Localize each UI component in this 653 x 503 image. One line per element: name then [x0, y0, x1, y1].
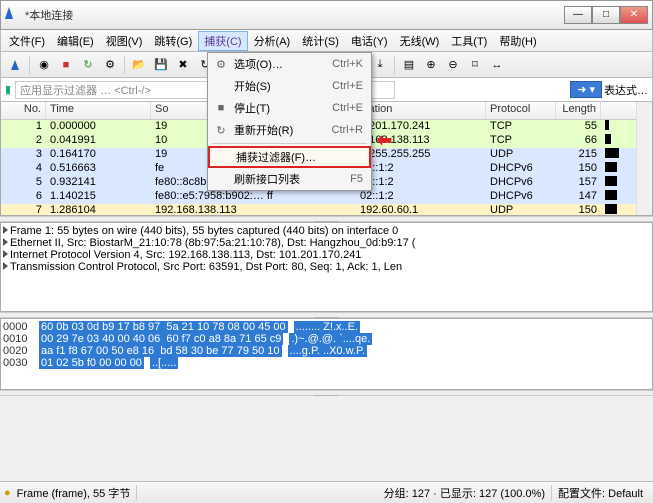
- menu-item-accel: Ctrl+E: [332, 80, 367, 92]
- menu-帮助(H)[interactable]: 帮助(H): [493, 31, 542, 51]
- wireshark-logo-icon: [5, 55, 25, 75]
- maximize-button[interactable]: □: [592, 6, 620, 24]
- menu-分析(A)[interactable]: 分析(A): [248, 31, 297, 51]
- status-packets: 分组: 127 · 已显示: 127 (100.0%): [378, 485, 552, 501]
- close-file-icon[interactable]: ✖: [173, 55, 193, 75]
- table-row[interactable]: 71.286104192.168.138.113192.60.60.1UDP15…: [1, 204, 652, 216]
- detail-line[interactable]: Frame 1: 55 bytes on wire (440 bits), 55…: [3, 225, 650, 237]
- menu-item-label: 重新开始(R): [230, 122, 332, 138]
- packet-details[interactable]: Frame 1: 55 bytes on wire (440 bits), 55…: [0, 222, 653, 312]
- hex-row[interactable]: 000060 0b 03 0d b9 17 b8 97 5a 21 10 78 …: [3, 321, 650, 333]
- menu-item[interactable]: 开始(S)Ctrl+E: [208, 75, 371, 97]
- detail-line[interactable]: Transmission Control Protocol, Src Port:…: [3, 261, 650, 273]
- statusbar-icon: ●: [4, 487, 11, 499]
- window-title: *本地连接: [25, 7, 564, 23]
- packet-bytes[interactable]: 000060 0b 03 0d b9 17 b8 97 5a 21 10 78 …: [0, 318, 653, 390]
- menu-item-label: 开始(S): [230, 78, 332, 94]
- zoom-in-icon[interactable]: ⊕: [421, 55, 441, 75]
- menu-统计(S)[interactable]: 统计(S): [296, 31, 345, 51]
- status-frame: Frame (frame), 55 字节: [11, 485, 138, 501]
- menu-item-icon: ⚙: [212, 58, 230, 71]
- status-profile[interactable]: 配置文件: Default: [552, 485, 649, 501]
- detail-line[interactable]: Ethernet II, Src: BiostarM_21:10:78 (8b:…: [3, 237, 650, 249]
- column-header[interactable]: ination: [356, 102, 486, 119]
- menu-item-accel: Ctrl+R: [332, 124, 367, 136]
- table-row[interactable]: 61.140215fe80::e5:7958:b902:… ff02::1:2D…: [1, 190, 652, 204]
- expand-icon[interactable]: [3, 262, 8, 270]
- menu-item-icon: ■: [212, 102, 230, 114]
- open-file-icon[interactable]: 📂: [129, 55, 149, 75]
- menu-item[interactable]: 刷新接口列表F5: [208, 168, 371, 190]
- menu-文件(F)[interactable]: 文件(F): [3, 31, 51, 51]
- zoom-out-icon[interactable]: ⊖: [443, 55, 463, 75]
- restart-capture-icon[interactable]: ↻: [78, 55, 98, 75]
- menu-编辑(E)[interactable]: 编辑(E): [51, 31, 100, 51]
- expression-label[interactable]: 表达式…: [604, 82, 648, 98]
- close-button[interactable]: ✕: [620, 6, 648, 24]
- resize-cols-icon[interactable]: ↔: [487, 55, 507, 75]
- expand-icon[interactable]: [3, 226, 8, 234]
- menu-无线(W)[interactable]: 无线(W): [394, 31, 446, 51]
- annotation-arrow-icon: ⬅: [377, 130, 392, 151]
- menu-视图(V)[interactable]: 视图(V): [100, 31, 149, 51]
- expand-icon[interactable]: [3, 238, 8, 246]
- menu-item[interactable]: ⚙选项(O)…Ctrl+K: [208, 53, 371, 75]
- hex-row[interactable]: 001000 29 7e 03 40 00 40 06 60 f7 c0 a8 …: [3, 333, 650, 345]
- expression-button[interactable]: ➜ ▾: [570, 81, 602, 98]
- menu-item-label: 停止(T): [230, 100, 332, 116]
- column-header[interactable]: No.: [1, 102, 46, 119]
- menu-item[interactable]: ↻重新开始(R)Ctrl+R: [208, 119, 371, 141]
- autoscroll-icon[interactable]: ⤓: [370, 55, 390, 75]
- menu-item-label: 选项(O)…: [230, 56, 332, 72]
- minimize-button[interactable]: —: [564, 6, 592, 24]
- wireshark-icon: [5, 7, 21, 23]
- expand-icon[interactable]: [3, 250, 8, 258]
- menu-电话(Y)[interactable]: 电话(Y): [345, 31, 394, 51]
- detail-line[interactable]: Internet Protocol Version 4, Src: 192.16…: [3, 249, 650, 261]
- save-icon[interactable]: 💾: [151, 55, 171, 75]
- options-icon[interactable]: ⚙: [100, 55, 120, 75]
- menu-捕获(C)[interactable]: 捕获(C): [198, 31, 247, 51]
- menu-工具(T)[interactable]: 工具(T): [445, 31, 493, 51]
- column-header[interactable]: Length: [556, 102, 601, 119]
- colorize-icon[interactable]: ▤: [399, 55, 419, 75]
- scrollbar[interactable]: [636, 102, 652, 215]
- column-header[interactable]: Protocol: [486, 102, 556, 119]
- menu-跳转(G)[interactable]: 跳转(G): [148, 31, 198, 51]
- column-header[interactable]: Time: [46, 102, 151, 119]
- hex-row[interactable]: 003001 02 5b f0 00 00 00..[.....: [3, 357, 650, 369]
- filter-icon: ▮: [5, 83, 11, 96]
- menu-item-accel: Ctrl+E: [332, 102, 367, 114]
- start-capture-icon[interactable]: ◉: [34, 55, 54, 75]
- menu-item-label: 刷新接口列表: [230, 171, 350, 187]
- menu-item[interactable]: ■停止(T)Ctrl+E: [208, 97, 371, 119]
- menu-item-accel: Ctrl+K: [332, 58, 367, 70]
- menu-item-label: 捕获过滤器(F)…: [232, 149, 361, 165]
- stop-capture-icon[interactable]: ■: [56, 55, 76, 75]
- hex-row[interactable]: 0020aa f1 f8 67 00 50 e8 16 bd 58 30 be …: [3, 345, 650, 357]
- menu-item-icon: ↻: [212, 124, 230, 137]
- menu-item-accel: F5: [350, 173, 367, 185]
- capture-menu-dropdown: ⚙选项(O)…Ctrl+K开始(S)Ctrl+E■停止(T)Ctrl+E↻重新开…: [207, 52, 372, 191]
- splitter[interactable]: ⋯⋯⋯: [0, 390, 653, 396]
- zoom-reset-icon[interactable]: ⌑: [465, 55, 485, 75]
- menu-item[interactable]: 捕获过滤器(F)…: [208, 146, 371, 168]
